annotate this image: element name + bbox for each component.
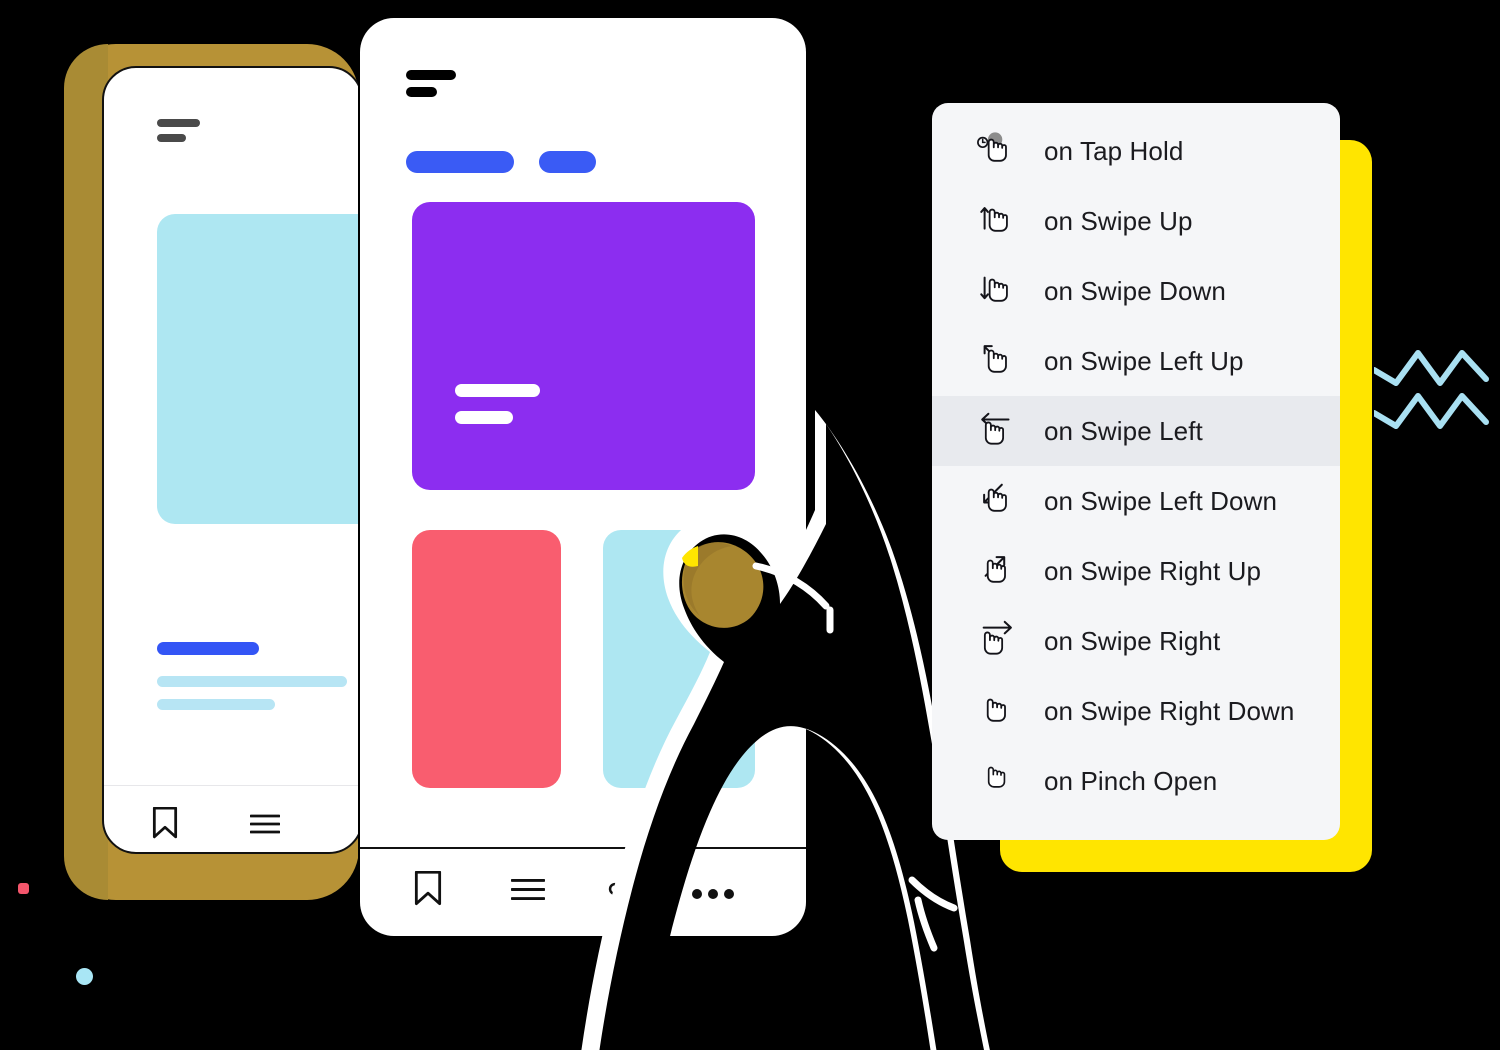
front-title-line (406, 70, 456, 80)
menu-item-label: on Swipe Right (1044, 625, 1221, 656)
tap-hold-icon (976, 129, 1020, 173)
red-dot (18, 883, 29, 894)
swipe-down-icon (976, 269, 1020, 313)
bookmark-icon[interactable] (414, 871, 442, 906)
swipe-right-up-icon (976, 549, 1020, 593)
menu-item-on-swipe-right-down[interactable]: on Swipe Right Down (932, 676, 1340, 746)
secondary-pill-button[interactable] (539, 151, 596, 173)
menu-item-on-swipe-right-up[interactable]: on Swipe Right Up (932, 536, 1340, 606)
menu-item-label: on Swipe Up (1044, 205, 1193, 236)
menu-item-on-swipe-down[interactable]: on Swipe Down (932, 256, 1340, 326)
front-subtitle-line (406, 87, 437, 97)
red-card[interactable] (412, 530, 561, 788)
back-hero-card (157, 214, 361, 524)
pinch-open-icon (976, 759, 1020, 803)
menu-item-label: on Swipe Down (1044, 275, 1226, 306)
back-title-line (157, 119, 200, 127)
back-subtitle-line (157, 134, 186, 142)
menu-item-label: on Tap Hold (1044, 135, 1184, 166)
swipe-up-icon (976, 199, 1020, 243)
menu-item-on-pinch-open[interactable]: on Pinch Open (932, 746, 1340, 816)
menu-item-on-swipe-left-up[interactable]: on Swipe Left Up (932, 326, 1340, 396)
back-body-bar (157, 676, 347, 687)
menu-item-on-swipe-up[interactable]: on Swipe Up (932, 186, 1340, 256)
phone-back-screen (102, 66, 363, 854)
swipe-left-down-icon (976, 479, 1020, 523)
purple-card-line-short (455, 411, 513, 424)
menu-item-on-swipe-left-down[interactable]: on Swipe Left Down (932, 466, 1340, 536)
back-nav-divider (104, 785, 361, 786)
swipe-right-icon (976, 619, 1020, 663)
menu-icon[interactable] (250, 813, 280, 835)
menu-item-label: on Pinch Open (1044, 765, 1218, 796)
swipe-left-icon (976, 409, 1020, 453)
swipe-left-up-icon (976, 339, 1020, 383)
swipe-right-down-icon (976, 689, 1020, 733)
menu-item-label: on Swipe Left Up (1044, 345, 1244, 376)
menu-item-on-swipe-right[interactable]: on Swipe Right (932, 606, 1340, 676)
blue-dot (76, 968, 93, 985)
illustration-canvas: on Tap Hold on Swipe Up on Swipe Down on… (0, 0, 1500, 1050)
primary-pill-button[interactable] (406, 151, 514, 173)
bookmark-icon[interactable] (152, 807, 178, 839)
menu-item-on-tap-hold[interactable]: on Tap Hold (932, 116, 1340, 186)
menu-item-label: on Swipe Right Down (1044, 695, 1295, 726)
menu-item-label: on Swipe Right Up (1044, 555, 1262, 586)
purple-card-line-long (455, 384, 540, 397)
back-body-bar (157, 699, 275, 710)
menu-item-label: on Swipe Left Down (1044, 485, 1278, 516)
menu-item-on-swipe-left[interactable]: on Swipe Left (932, 396, 1340, 466)
zigzag-lines (1374, 350, 1489, 429)
back-heading-bar (157, 642, 259, 655)
gesture-menu-panel[interactable]: on Tap Hold on Swipe Up on Swipe Down on… (932, 103, 1340, 840)
menu-item-label: on Swipe Left (1044, 415, 1203, 446)
gesture-menu-list: on Tap Hold on Swipe Up on Swipe Down on… (932, 103, 1340, 816)
